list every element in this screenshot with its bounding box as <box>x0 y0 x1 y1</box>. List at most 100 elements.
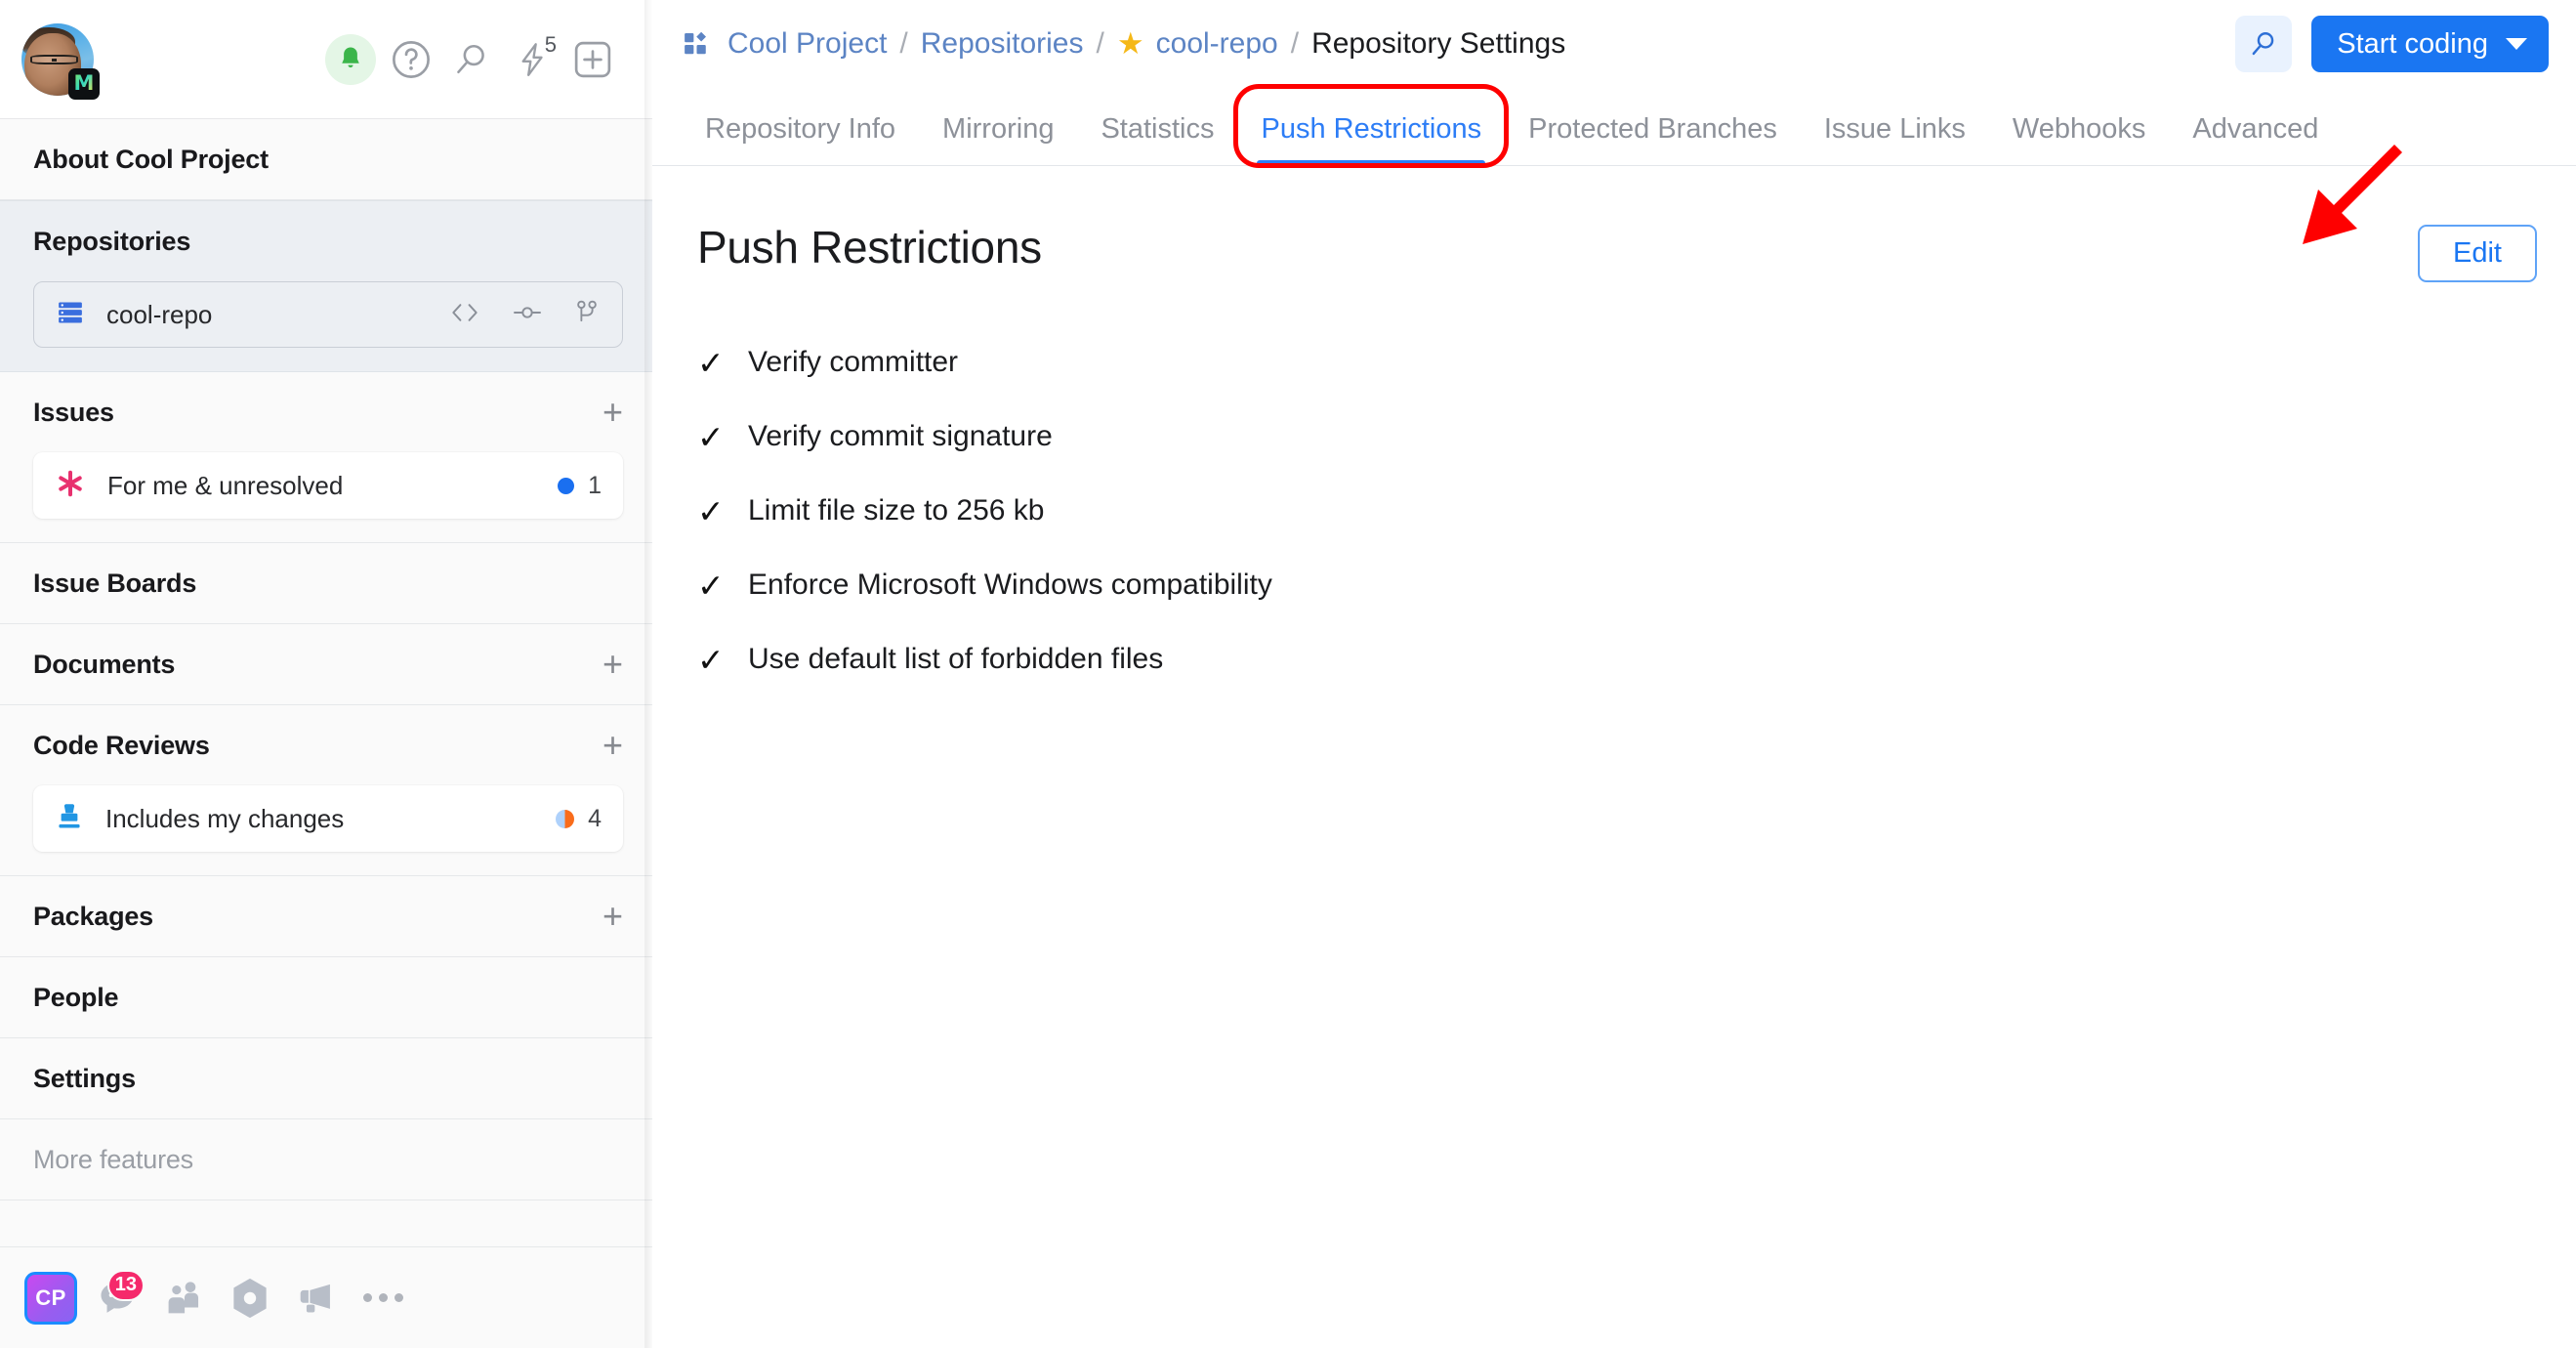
quick-actions-lightning-icon[interactable]: 5 <box>502 29 562 90</box>
sidebar-item-people[interactable]: People <box>0 957 652 1037</box>
breadcrumb-separator: / <box>1096 27 1104 60</box>
push-restrictions-panel: Push Restrictions Edit ✓ Verify committe… <box>652 145 2576 1348</box>
sidebar-section-packages: Packages + <box>0 876 652 957</box>
start-coding-label: Start coding <box>2337 27 2488 60</box>
sidebar-item-packages[interactable]: Packages + <box>0 876 652 956</box>
sidebar-item-for-me-unresolved[interactable]: For me & unresolved 1 <box>33 452 623 519</box>
project-avatar-label: CP <box>35 1285 66 1310</box>
check-icon: ✓ <box>697 641 725 678</box>
restriction-label: Limit file size to 256 kb <box>748 494 1045 527</box>
sidebar-item-label: Includes my changes <box>105 803 345 833</box>
check-icon: ✓ <box>697 344 725 381</box>
restriction-label: Verify commit signature <box>748 420 1053 452</box>
review-status-dot <box>556 809 575 828</box>
tab-webhooks[interactable]: Webhooks <box>1989 113 2170 165</box>
tab-advanced[interactable]: Advanced <box>2169 113 2342 165</box>
breadcrumb: Cool Project / Repositories / ★ cool-rep… <box>682 26 1565 62</box>
sidebar-item-about[interactable]: About Cool Project <box>0 119 652 199</box>
page-title: Push Restrictions <box>697 222 1042 273</box>
left-sidebar: M 5 About Cool Project Repositories cool… <box>0 0 652 1348</box>
add-package-plus-icon[interactable]: + <box>602 899 623 934</box>
sidebar-section-label: About Cool Project <box>33 144 269 174</box>
check-icon: ✓ <box>697 567 725 604</box>
sidebar-item-issues[interactable]: Issues + <box>0 372 652 452</box>
chevron-down-icon[interactable] <box>2506 38 2527 50</box>
avatar[interactable]: M <box>21 22 100 100</box>
sidebar-item-label: For me & unresolved <box>107 470 344 500</box>
packages-hexagon-icon[interactable] <box>217 1264 283 1332</box>
sidebar-section-label: Repositories <box>33 226 191 256</box>
check-icon: ✓ <box>697 492 725 529</box>
list-item: ✓ Verify commit signature <box>697 400 2537 474</box>
restriction-list: ✓ Verify committer ✓ Verify commit signa… <box>697 325 2537 696</box>
sidebar-section-label: People <box>33 982 119 1012</box>
sidebar-item-count: 1 <box>588 471 602 499</box>
tab-issue-links[interactable]: Issue Links <box>1801 113 1989 165</box>
avatar-status-badge: M <box>68 67 100 100</box>
sidebar-section-code-reviews: Code Reviews + Includes my changes 4 <box>0 705 652 876</box>
edit-button[interactable]: Edit <box>2418 225 2537 282</box>
blog-megaphone-icon[interactable] <box>283 1264 350 1332</box>
tab-repository-info[interactable]: Repository Info <box>682 113 919 165</box>
restriction-label: Enforce Microsoft Windows compatibility <box>748 569 1272 601</box>
sidebar-footer: CP 13 <box>0 1246 652 1348</box>
sidebar-section-label: Issue Boards <box>33 568 197 598</box>
more-options-icon[interactable] <box>350 1264 416 1332</box>
sidebar-item-issue-boards[interactable]: Issue Boards <box>0 543 652 623</box>
add-document-plus-icon[interactable]: + <box>602 647 623 682</box>
code-icon[interactable] <box>448 300 481 330</box>
list-item: ✓ Enforce Microsoft Windows compatibilit… <box>697 548 2537 622</box>
tab-mirroring[interactable]: Mirroring <box>919 113 1077 165</box>
sidebar-section-issue-boards: Issue Boards <box>0 543 652 624</box>
project-icon <box>682 29 711 59</box>
sidebar-item-more-features[interactable]: More features <box>0 1119 652 1200</box>
sidebar-item-documents[interactable]: Documents + <box>0 624 652 704</box>
sidebar-item-cool-repo[interactable]: cool-repo <box>33 281 623 348</box>
repository-icon <box>56 298 85 332</box>
commits-icon[interactable] <box>511 300 544 330</box>
sidebar-top-bar: M 5 <box>0 0 652 119</box>
help-icon[interactable] <box>381 29 441 90</box>
project-avatar-cp[interactable]: CP <box>18 1264 84 1332</box>
sidebar-item-settings[interactable]: Settings <box>0 1038 652 1118</box>
breadcrumb-item-cool-repo[interactable]: cool-repo <box>1156 27 1278 61</box>
list-item: ✓ Verify committer <box>697 325 2537 400</box>
chats-unread-badge: 13 <box>106 1269 145 1301</box>
sidebar-section-label: Code Reviews <box>33 730 210 760</box>
sidebar-item-count: 4 <box>588 804 602 832</box>
issue-asterisk-icon <box>55 468 86 504</box>
chats-icon[interactable]: 13 <box>84 1264 150 1332</box>
branches-icon[interactable] <box>573 298 601 332</box>
restriction-label: Verify committer <box>748 346 959 378</box>
panel-header: Push Restrictions Edit <box>697 221 2537 282</box>
avatar-badge-label: M <box>73 71 95 95</box>
tab-push-restrictions[interactable]: Push Restrictions <box>1237 113 1505 166</box>
sidebar-section-about: About Cool Project <box>0 119 652 200</box>
tab-protected-branches[interactable]: Protected Branches <box>1505 113 1801 165</box>
breadcrumb-item-cool-project[interactable]: Cool Project <box>727 27 887 61</box>
sidebar-item-repositories[interactable]: Repositories <box>0 201 652 281</box>
search-icon[interactable] <box>2235 16 2293 72</box>
code-review-stamp-icon <box>55 801 84 837</box>
breadcrumb-item-repositories[interactable]: Repositories <box>921 27 1084 61</box>
start-coding-button[interactable]: Start coding <box>2311 16 2549 72</box>
sidebar-section-label: Packages <box>33 901 153 931</box>
sidebar-item-includes-my-changes[interactable]: Includes my changes 4 <box>33 785 623 852</box>
settings-tabs: Repository Info Mirroring Statistics Pus… <box>652 84 2576 168</box>
header-actions: Start coding <box>2235 16 2549 72</box>
teams-icon[interactable] <box>150 1264 217 1332</box>
list-item: ✓ Limit file size to 256 kb <box>697 474 2537 548</box>
sidebar-section-people: People <box>0 957 652 1038</box>
star-icon[interactable]: ★ <box>1117 26 1144 62</box>
add-code-review-plus-icon[interactable]: + <box>602 728 623 763</box>
check-icon: ✓ <box>697 418 725 455</box>
add-issue-plus-icon[interactable]: + <box>602 395 623 430</box>
new-item-plus-icon[interactable] <box>562 29 623 90</box>
sidebar-item-code-reviews[interactable]: Code Reviews + <box>0 705 652 785</box>
breadcrumb-item-repository-settings: Repository Settings <box>1311 27 1566 60</box>
notifications-bell-icon[interactable] <box>320 29 381 90</box>
tab-statistics[interactable]: Statistics <box>1077 113 1237 165</box>
sidebar-section-more-features: More features <box>0 1119 652 1201</box>
search-icon[interactable] <box>441 29 502 90</box>
sidebar-nav: About Cool Project Repositories cool-rep… <box>0 119 652 1246</box>
